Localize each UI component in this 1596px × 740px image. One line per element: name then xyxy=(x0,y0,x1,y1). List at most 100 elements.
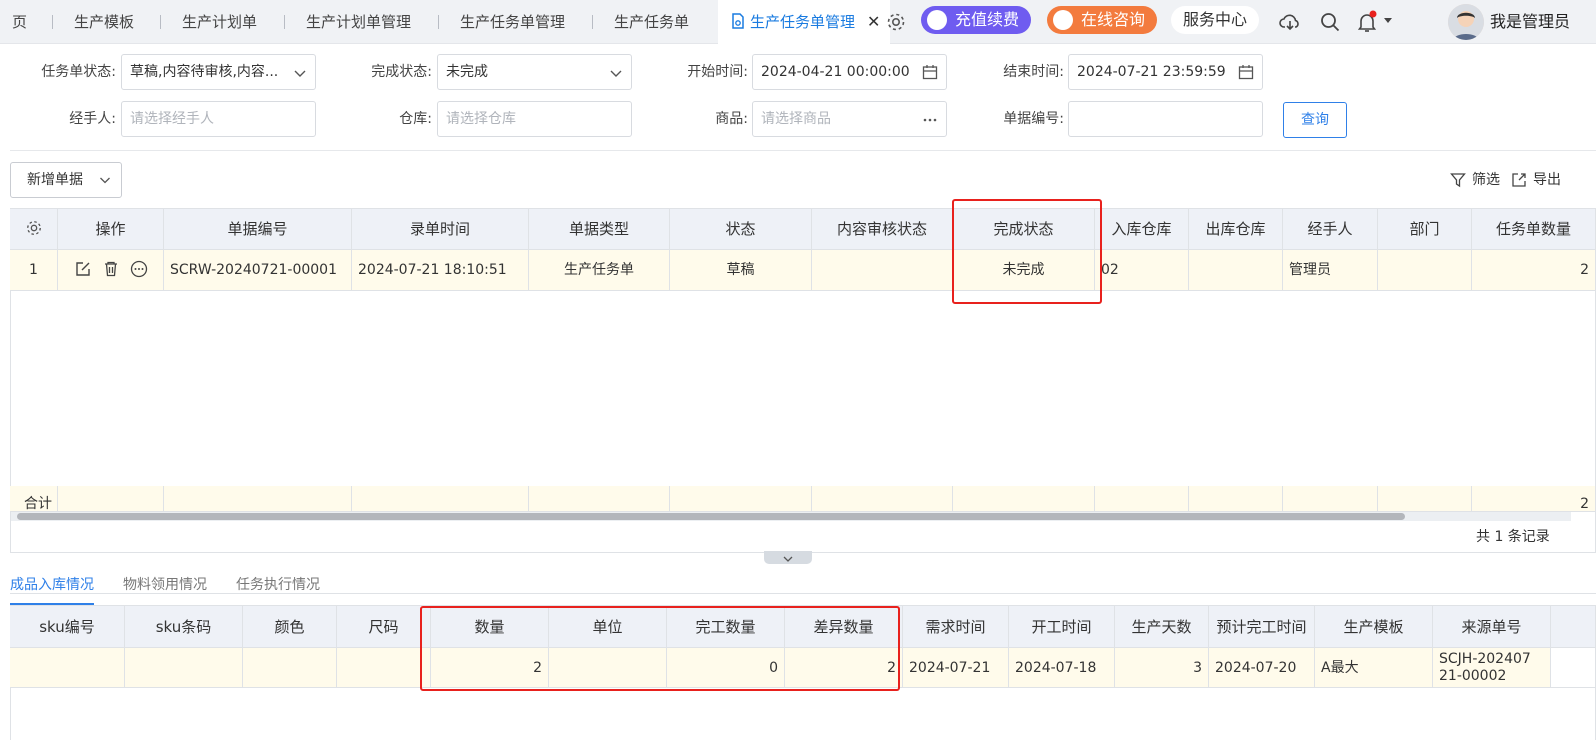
detail-cell-demand-time[interactable]: 2024-07-21 xyxy=(903,648,1009,688)
cell-status[interactable]: 草稿 xyxy=(670,250,812,291)
cell-doc-type[interactable]: 生产任务单 xyxy=(529,250,670,291)
query-button[interactable]: 查询 xyxy=(1283,102,1347,138)
col-header-doc-type[interactable]: 单据类型 xyxy=(529,209,670,250)
service-center-button[interactable]: 服务中心 xyxy=(1171,6,1260,34)
footer-done-status xyxy=(953,486,1095,512)
tab-production-plan-manage[interactable]: 生产计划单管理 xyxy=(306,0,411,44)
detail-cell-source-no[interactable]: SCJH-202407 21-00002 xyxy=(1433,648,1551,688)
scrollbar-thumb[interactable] xyxy=(17,513,1405,520)
delete-icon[interactable] xyxy=(102,250,120,290)
detail-header-source-no[interactable]: 来源单号 xyxy=(1433,606,1551,648)
detail-cell-unit[interactable] xyxy=(549,648,667,688)
detail-cell-prod-days[interactable]: 3 xyxy=(1115,648,1209,688)
detail-header-demand-time[interactable]: 需求时间 xyxy=(903,606,1009,648)
tab-task-execution[interactable]: 任务执行情况 xyxy=(236,563,320,607)
search-icon[interactable] xyxy=(1318,10,1342,34)
end-time-input[interactable]: 2024-07-21 23:59:59 xyxy=(1068,54,1263,90)
caret-down-icon[interactable] xyxy=(1380,12,1396,28)
col-header-done-status[interactable]: 完成状态 xyxy=(953,209,1095,250)
tab-material-usage[interactable]: 物料领用情况 xyxy=(123,563,207,607)
col-header-out-warehouse[interactable]: 出库仓库 xyxy=(1189,209,1283,250)
detail-header-unit[interactable]: 单位 xyxy=(549,606,667,648)
col-header-in-warehouse[interactable]: 入库仓库 xyxy=(1095,209,1189,250)
bell-icon[interactable] xyxy=(1355,10,1379,34)
detail-header-size[interactable]: 尺码 xyxy=(337,606,431,648)
detail-cell-sku-no[interactable] xyxy=(10,648,125,688)
footer-handler xyxy=(1283,486,1378,512)
tab-home[interactable]: 页 xyxy=(12,0,27,44)
cell-done-status[interactable]: 未完成 xyxy=(953,250,1095,291)
col-header-handler[interactable]: 经手人 xyxy=(1283,209,1378,250)
cell-review-status[interactable] xyxy=(812,250,953,291)
more-icon[interactable] xyxy=(130,250,148,290)
gear-icon[interactable] xyxy=(884,10,908,34)
detail-cell-color[interactable] xyxy=(243,648,337,688)
product-select[interactable]: 请选择商品 xyxy=(752,101,947,137)
col-header-status[interactable]: 状态 xyxy=(670,209,812,250)
detail-header-sku-no[interactable]: sku编号 xyxy=(10,606,125,648)
detail-header-color[interactable]: 颜色 xyxy=(243,606,337,648)
col-header-review-status[interactable]: 内容审核状态 xyxy=(812,209,953,250)
top-tab-bar: 页 生产模板 生产计划单 生产计划单管理 生产任务单管理 生产任务单 生产任务单… xyxy=(0,0,1596,44)
more-dots-icon[interactable] xyxy=(922,113,938,127)
col-header-record-time[interactable]: 录单时间 xyxy=(352,209,529,250)
tab-finished-goods[interactable]: 成品入库情况 xyxy=(10,563,94,605)
new-document-button[interactable]: 新增单据 xyxy=(10,162,122,198)
filter-button[interactable]: 筛选 xyxy=(1450,168,1500,192)
record-count: 共 1 条记录 xyxy=(1476,529,1550,545)
col-header-operation[interactable]: 操作 xyxy=(58,209,164,250)
col-header-department[interactable]: 部门 xyxy=(1378,209,1472,250)
detail-header-template[interactable]: 生产模板 xyxy=(1315,606,1433,648)
detail-cell-done-qty[interactable]: 0 xyxy=(667,648,785,688)
done-status-select[interactable]: 未完成 xyxy=(437,54,632,90)
horizontal-scrollbar[interactable] xyxy=(11,512,1571,521)
detail-header-filler xyxy=(1551,606,1596,648)
detail-header-est-done-time[interactable]: 预计完工时间 xyxy=(1209,606,1315,648)
warehouse-select[interactable]: 请选择仓库 xyxy=(437,101,632,137)
detail-cell-qty[interactable]: 2 xyxy=(431,648,549,688)
cloud-download-icon[interactable] xyxy=(1278,10,1302,34)
detail-header-start-time[interactable]: 开工时间 xyxy=(1009,606,1115,648)
detail-header-qty[interactable]: 数量 xyxy=(431,606,549,648)
col-header-task-qty[interactable]: 任务单数量 xyxy=(1472,209,1596,250)
cell-in-warehouse[interactable]: 02 xyxy=(1095,250,1189,291)
detail-cell-est-done-time[interactable]: 2024-07-20 xyxy=(1209,648,1315,688)
edit-icon[interactable] xyxy=(74,250,92,290)
cell-doc-no[interactable]: SCRW-20240721-00001 xyxy=(164,250,352,291)
cell-handler[interactable]: 管理员 xyxy=(1283,250,1378,291)
cell-record-time[interactable]: 2024-07-21 18:10:51 xyxy=(352,250,529,291)
detail-cell-diff-qty[interactable]: 2 xyxy=(785,648,903,688)
start-time-value: 2024-04-21 00:00:00 xyxy=(761,64,910,80)
start-time-input[interactable]: 2024-04-21 00:00:00 xyxy=(752,54,947,90)
detail-cell-template[interactable]: A最大 xyxy=(1315,648,1433,688)
gear-icon[interactable] xyxy=(24,218,44,238)
tab-production-plan[interactable]: 生产计划单 xyxy=(182,0,257,44)
footer-status xyxy=(670,486,812,512)
cell-department[interactable] xyxy=(1378,250,1472,291)
detail-header-done-qty[interactable]: 完工数量 xyxy=(667,606,785,648)
tab-task[interactable]: 生产任务单 xyxy=(614,0,689,44)
consult-button[interactable]: 在线咨询 xyxy=(1047,6,1158,34)
tab-production-template[interactable]: 生产模板 xyxy=(74,0,134,44)
collapse-handle[interactable] xyxy=(764,551,812,564)
detail-header-sku-barcode[interactable]: sku条码 xyxy=(125,606,243,648)
cell-out-warehouse[interactable] xyxy=(1189,250,1283,291)
recharge-button[interactable]: 充值续费 xyxy=(921,6,1032,34)
detail-header-prod-days[interactable]: 生产天数 xyxy=(1115,606,1209,648)
task-status-select[interactable]: 草稿,内容待审核,内容... xyxy=(121,54,316,90)
detail-cell-sku-barcode[interactable] xyxy=(125,648,243,688)
col-header-settings[interactable] xyxy=(10,209,58,250)
detail-cell-size[interactable] xyxy=(337,648,431,688)
col-header-doc-no[interactable]: 单据编号 xyxy=(164,209,352,250)
tab-task-manage[interactable]: 生产任务单管理 xyxy=(460,0,565,44)
user-menu[interactable]: 我是管理员 xyxy=(1448,0,1570,44)
detail-cell-start-time[interactable]: 2024-07-18 xyxy=(1009,648,1115,688)
cell-task-qty[interactable]: 2 xyxy=(1472,250,1596,291)
handler-select[interactable]: 请选择经手人 xyxy=(121,101,316,137)
cell-settings[interactable]: 1 xyxy=(10,250,58,291)
doc-no-input[interactable] xyxy=(1068,101,1263,137)
close-icon[interactable]: ✕ xyxy=(867,12,880,31)
detail-header-diff-qty[interactable]: 差异数量 xyxy=(785,606,903,648)
export-button[interactable]: 导出 xyxy=(1511,168,1561,192)
tab-task-manage-active[interactable]: 生产任务单管理 ✕ xyxy=(718,0,891,44)
